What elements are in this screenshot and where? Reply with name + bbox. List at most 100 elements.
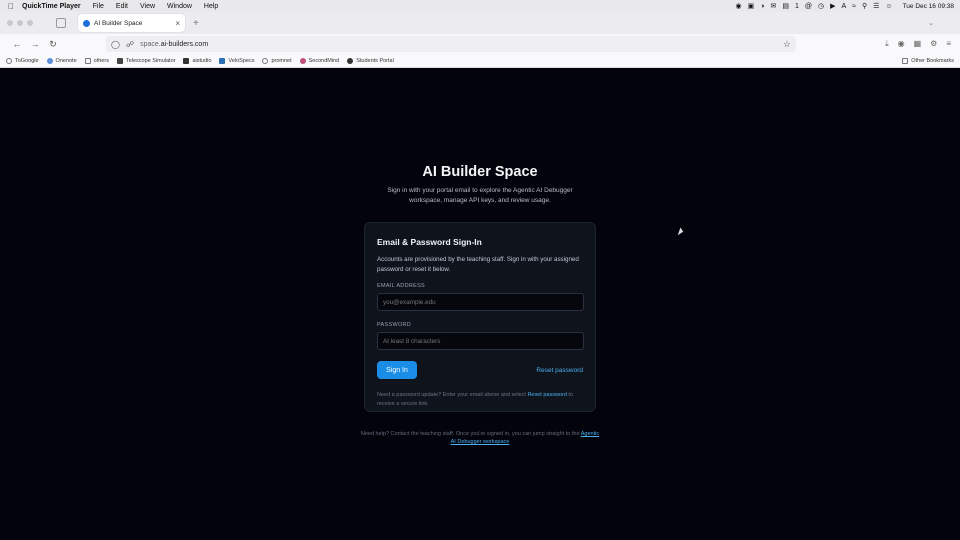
telescope-icon — [116, 57, 123, 64]
account-icon[interactable]: ◉ — [898, 39, 905, 49]
menu-app-name[interactable]: QuickTime Player — [22, 3, 81, 10]
close-tab-icon[interactable]: × — [175, 19, 180, 28]
apple-menu-icon[interactable]:  — [0, 2, 22, 11]
card-description: Accounts are provisioned by the teaching… — [377, 256, 579, 273]
window-controls — [0, 20, 56, 26]
minimize-window-button[interactable] — [17, 20, 23, 26]
card-title: Email & Password Sign-In — [377, 237, 482, 247]
password-label: PASSWORD — [377, 322, 412, 328]
email-field[interactable] — [377, 293, 584, 311]
moon-icon[interactable]: ◑ — [760, 3, 764, 10]
page-title: AI Builder Space — [422, 164, 538, 180]
bookmark-togoogle[interactable]: ToGoogle — [6, 57, 39, 64]
footer-help: Need help? Contact the teaching staff. O… — [360, 430, 600, 446]
zoom-window-button[interactable] — [27, 20, 33, 26]
tab-list-chevron-icon[interactable]: ⌄ — [928, 19, 934, 27]
tab-ai-builder-space[interactable]: AI Builder Space × — [78, 14, 185, 32]
user-icon[interactable]: ☺ — [885, 3, 892, 10]
download-icon[interactable]: ⤓ — [885, 39, 889, 49]
bookmark-telescope-simulator[interactable]: Telescope Simulator — [116, 57, 176, 64]
back-arrow-icon[interactable]: ← — [8, 39, 26, 49]
search-icon[interactable]: ⚲ — [862, 2, 867, 10]
sidebar-toggle-icon[interactable] — [56, 18, 66, 28]
menu-help[interactable]: Help — [204, 3, 218, 10]
portal-icon — [347, 57, 354, 64]
clock-icon[interactable]: ◷ — [818, 2, 824, 10]
reset-password-link[interactable]: Reset password — [536, 367, 583, 374]
notification-count[interactable]: 1 — [795, 3, 799, 10]
bookmarks-bar: ToGoogle Onenote others Telescope Simula… — [0, 54, 960, 68]
lock-icon[interactable]: ☍ — [126, 40, 134, 49]
menubar-clock[interactable]: Tue Dec 16 09:38 — [903, 3, 954, 10]
menu-icon[interactable]: ≡ — [946, 39, 951, 49]
signin-card: Email & Password Sign-In Accounts are pr… — [364, 222, 596, 412]
extensions-icon[interactable]: ▦ — [914, 39, 922, 49]
close-window-button[interactable] — [7, 20, 13, 26]
control-center-icon[interactable]: ☰ — [873, 2, 879, 10]
help-prefix: Need a password update? Enter your email… — [377, 392, 526, 398]
url-domain: ai-builders.com — [160, 40, 209, 48]
menu-file[interactable]: File — [93, 3, 104, 10]
status-area: ◉ ▣ ◑ ✉ ▤ 1 @ ◷ ▶ A ≈ ⚲ ☰ ☺ Tue Dec 16 0… — [735, 2, 960, 11]
bookmark-label: VeloSpecs — [228, 57, 255, 64]
bookmark-label: Other Bookmarks — [911, 57, 954, 64]
bookmark-secondmind[interactable]: SecondMind — [299, 57, 340, 64]
password-field[interactable] — [377, 332, 584, 350]
new-tab-button[interactable]: + — [193, 18, 199, 29]
page-subtitle: Sign in with your portal email to explor… — [387, 187, 573, 204]
input-source-badge[interactable]: A — [841, 3, 846, 10]
brain-icon — [299, 57, 306, 64]
help-reset-link[interactable]: Reset password — [527, 392, 566, 398]
reload-icon[interactable]: ↻ — [44, 39, 62, 50]
bookmark-star-icon[interactable]: ☆ — [783, 39, 791, 50]
email-label: EMAIL ADDRESS — [377, 283, 426, 289]
record-icon[interactable]: ◉ — [735, 2, 741, 10]
browser-nav-bar: ← → ↻ ◯ ☍ space. ai-builders.com ☆ ⤓ ◉ ▦ … — [0, 34, 960, 54]
clipboard-icon[interactable]: ▤ — [782, 2, 789, 10]
form-actions: Sign In Reset password — [377, 361, 583, 379]
bookmark-velospecs[interactable]: VeloSpecs — [219, 57, 255, 64]
macos-menu-bar:  QuickTime Player File Edit View Window… — [0, 0, 960, 12]
bookmark-label: promnet — [271, 57, 292, 64]
address-bar[interactable]: ◯ ☍ space. ai-builders.com ☆ — [106, 36, 796, 52]
menu-view[interactable]: View — [140, 3, 155, 10]
bookmark-promnet[interactable]: promnet — [262, 57, 292, 64]
toolbar-icons: ⤓ ◉ ▦ ⚙ ≡ — [885, 39, 960, 49]
sign-in-button[interactable]: Sign In — [377, 361, 417, 379]
bookmark-label: Students Portal — [356, 57, 394, 64]
menu-window[interactable]: Window — [167, 3, 192, 10]
bookmark-label: aistudio — [192, 57, 212, 64]
bookmark-others[interactable]: others — [84, 57, 109, 64]
bookmark-label: Onenote — [55, 57, 77, 64]
browser-tab-strip: AI Builder Space × + ⌄ — [0, 12, 960, 34]
bookmark-aistudio[interactable]: aistudio — [183, 57, 212, 64]
cloud-icon — [46, 57, 53, 64]
footer-text: Need help? Contact the teaching staff. O… — [360, 431, 580, 437]
url-subdomain: space. — [140, 40, 161, 48]
aistudio-icon — [183, 57, 190, 64]
velospecs-icon — [219, 57, 226, 64]
bookmark-label: others — [93, 57, 109, 64]
wifi-icon[interactable]: ≈ — [852, 3, 856, 10]
bookmark-onenote[interactable]: Onenote — [46, 57, 77, 64]
menu-edit[interactable]: Edit — [116, 3, 128, 10]
bookmark-students-portal[interactable]: Students Portal — [347, 57, 394, 64]
mail-icon[interactable]: ✉ — [770, 2, 776, 10]
folder-icon — [84, 57, 91, 64]
mouse-cursor-icon — [677, 227, 685, 237]
tab-title: AI Builder Space — [94, 19, 143, 27]
bookmark-label: Telescope Simulator — [125, 57, 176, 64]
shield-icon[interactable]: ◯ — [111, 40, 120, 49]
forward-arrow-icon[interactable]: → — [26, 39, 44, 49]
bookmark-label: SecondMind — [308, 57, 340, 64]
globe-icon — [6, 57, 12, 64]
help-text: Need a password update? Enter your email… — [377, 391, 583, 408]
window-icon[interactable]: ▣ — [748, 2, 755, 10]
site-favicon-icon — [83, 19, 90, 27]
settings-icon[interactable]: ⚙ — [930, 39, 937, 49]
bookmark-other-bookmarks[interactable]: Other Bookmarks — [902, 57, 954, 64]
at-icon[interactable]: @ — [805, 3, 812, 10]
bookmark-label: ToGoogle — [15, 57, 39, 64]
folder-icon — [902, 57, 909, 64]
play-icon[interactable]: ▶ — [830, 2, 835, 10]
